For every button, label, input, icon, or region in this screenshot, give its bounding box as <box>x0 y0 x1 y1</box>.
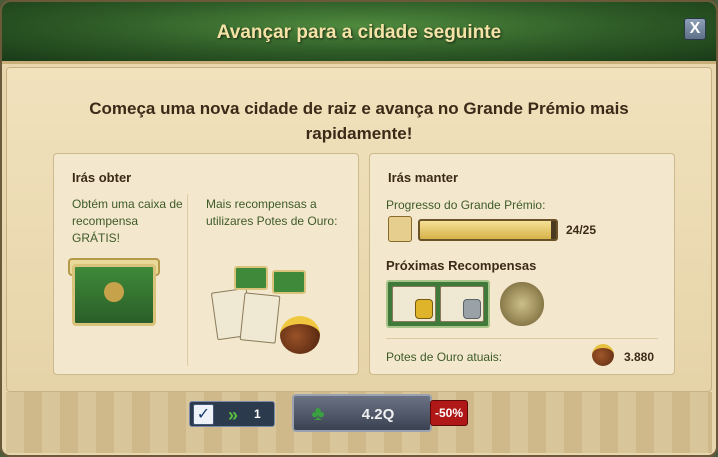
gold-pot-icon <box>592 344 614 366</box>
progress-fill <box>420 221 551 239</box>
locked-rewards-group[interactable] <box>386 280 490 328</box>
reward-card-icon <box>392 286 436 322</box>
pots-value: 3.880 <box>624 350 655 364</box>
boost-count: 1 <box>254 407 261 421</box>
gold-pots-text: Mais recompensas a utilizares Potes de O… <box>206 197 338 228</box>
obtain-panel: Irás obter Obtém uma caixa de recompensa… <box>53 153 359 375</box>
advance-city-dialog: Avançar para a cidade seguinte X Começa … <box>0 0 718 457</box>
mini-chest-icon <box>272 270 306 294</box>
dialog-title: Avançar para a cidade seguinte <box>216 22 502 43</box>
reward-card-icon <box>239 292 281 344</box>
boost-arrow-icon: » <box>227 405 238 425</box>
gold-pot-icon <box>280 316 320 354</box>
progress-label: Progresso do Grande Prémio: <box>386 198 546 212</box>
grand-prix-progress-bar <box>418 219 558 241</box>
panel-divider <box>187 194 188 366</box>
building-reward-icon[interactable] <box>500 282 544 326</box>
advance-button[interactable]: ♣ 4.2Q <box>292 394 432 432</box>
pots-label: Potes de Ouro atuais: <box>386 350 503 364</box>
obtain-title: Irás obter <box>72 170 132 185</box>
gold-lock-icon <box>415 299 433 319</box>
free-chest-text: Obtém uma caixa de recompensa GRÁTIS! <box>72 197 183 245</box>
silver-lock-icon <box>463 299 481 319</box>
headline-text: Começa uma nova cidade de raiz e avança … <box>89 99 629 143</box>
progress-value: 24/25 <box>566 223 597 237</box>
discount-badge: -50% <box>430 400 468 426</box>
keep-title: Irás manter <box>388 170 459 185</box>
gold-pot-rewards-icon <box>210 266 334 362</box>
close-button[interactable]: X <box>684 18 706 40</box>
chest-emblem-icon <box>104 282 124 302</box>
panel-divider <box>386 338 658 339</box>
keep-panel: Irás manter Progresso do Grande Prémio: … <box>369 153 675 375</box>
next-rewards-label: Próximas Recompensas <box>386 258 537 273</box>
advance-cost: 4.2Q <box>361 406 395 423</box>
dialog-titlebar: Avançar para a cidade seguinte X <box>2 2 716 64</box>
grand-prix-scroll-icon <box>388 216 412 242</box>
dialog-body: Começa uma nova cidade de raiz e avança … <box>6 67 712 392</box>
mini-chest-icon <box>234 266 268 290</box>
boost-checkbox[interactable]: ✓ <box>193 404 214 425</box>
reward-card-icon <box>440 286 484 322</box>
boost-toggle[interactable]: ✓ » 1 <box>189 401 275 427</box>
dialog-footer: ✓ » 1 ♣ 4.2Q -50% <box>6 392 712 453</box>
clover-icon: ♣ <box>311 403 325 425</box>
